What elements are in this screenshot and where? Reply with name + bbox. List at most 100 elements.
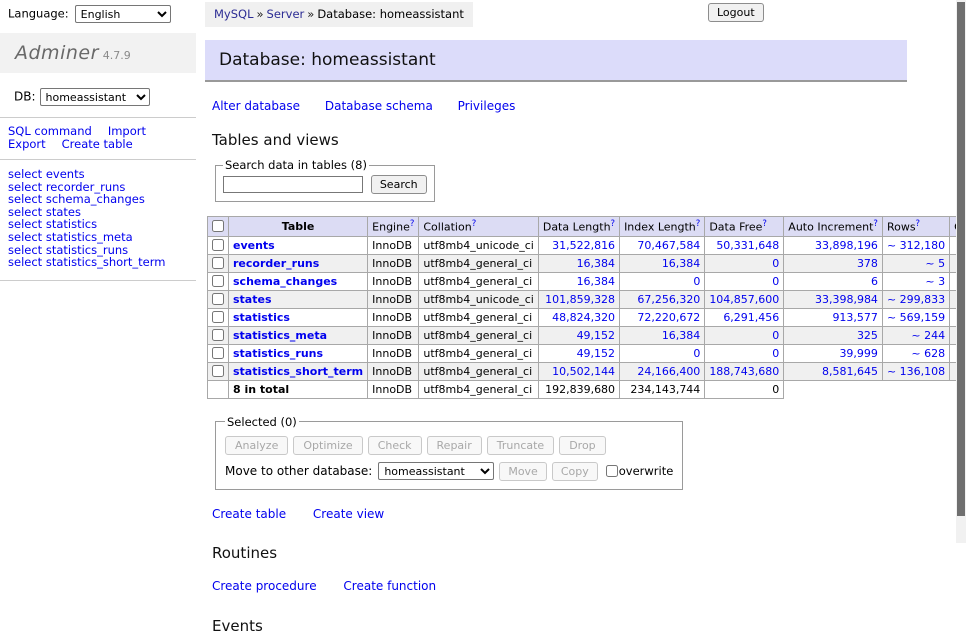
database-schema-link[interactable]: Database schema [325, 99, 433, 113]
help-link[interactable]: ? [472, 219, 477, 229]
index-length-link[interactable]: 70,467,584 [624, 239, 700, 252]
index-length-link[interactable]: 67,256,320 [624, 293, 700, 306]
overwrite-checkbox[interactable] [606, 465, 618, 477]
sidebar-item-select-statistics_meta[interactable]: select statistics_meta [8, 231, 196, 244]
move-button[interactable]: Move [499, 462, 547, 481]
check-button[interactable]: Check [368, 436, 422, 455]
total-empty-cell [208, 380, 229, 398]
data-free-link[interactable]: 188,743,680 [709, 365, 779, 378]
table-link-statistics_meta[interactable]: statistics_meta [233, 329, 327, 342]
help-link[interactable]: ? [916, 219, 921, 229]
breadcrumb-mysql-link[interactable]: MySQL [214, 7, 254, 21]
auto-increment-link[interactable]: 33,398,984 [788, 293, 878, 306]
table-link-statistics[interactable]: statistics [233, 311, 290, 324]
index-length-link[interactable]: 0 [624, 275, 700, 288]
rows-count-link[interactable]: ~ 628 [887, 347, 945, 360]
rows-count-link[interactable]: ~ 244 [887, 329, 945, 342]
rows-count-link[interactable]: ~ 136,108 [887, 365, 945, 378]
data-length-link[interactable]: 31,522,816 [543, 239, 615, 252]
row-checkbox[interactable] [212, 347, 224, 359]
analyze-button[interactable]: Analyze [225, 436, 288, 455]
data-free-link[interactable]: 6,291,456 [709, 311, 779, 324]
language-select[interactable]: English [75, 5, 171, 23]
sidebar-sql-command-link[interactable]: SQL command [8, 124, 92, 138]
index-length-link[interactable]: 16,384 [624, 257, 700, 270]
sidebar-item-select-schema_changes[interactable]: select schema_changes [8, 193, 196, 206]
vertical-scrollbar[interactable] [956, 0, 966, 543]
privileges-link[interactable]: Privileges [458, 99, 516, 113]
help-link[interactable]: ? [611, 219, 616, 229]
data-length-link[interactable]: 48,824,320 [543, 311, 615, 324]
data-free-link[interactable]: 50,331,648 [709, 239, 779, 252]
sidebar-item-select-statistics_short_term[interactable]: select statistics_short_term [8, 256, 196, 269]
sidebar-import-link[interactable]: Import [108, 124, 146, 138]
sidebar-export-link[interactable]: Export [8, 137, 46, 151]
table-link-statistics_short_term[interactable]: statistics_short_term [233, 365, 363, 378]
help-link[interactable]: ? [696, 219, 701, 229]
row-checkbox[interactable] [212, 239, 224, 251]
rows-count-link[interactable]: ~ 3 [887, 275, 945, 288]
select-all-checkbox[interactable] [212, 220, 224, 232]
index-length-link[interactable]: 16,384 [624, 329, 700, 342]
index-length-link[interactable]: 72,220,672 [624, 311, 700, 324]
index-length-link[interactable]: 24,166,400 [624, 365, 700, 378]
row-checkbox[interactable] [212, 311, 224, 323]
data-length-link[interactable]: 101,859,328 [543, 293, 615, 306]
table-link-statistics_runs[interactable]: statistics_runs [233, 347, 323, 360]
auto-increment-link[interactable]: 6 [788, 275, 878, 288]
alter-database-link[interactable]: Alter database [212, 99, 300, 113]
data-free-link[interactable]: 104,857,600 [709, 293, 779, 306]
auto-increment-link[interactable]: 33,898,196 [788, 239, 878, 252]
rows-count-link[interactable]: ~ 569,159 [887, 311, 945, 324]
rows-count-link[interactable]: ~ 312,180 [887, 239, 945, 252]
rows-count-link[interactable]: ~ 299,833 [887, 293, 945, 306]
help-link[interactable]: ? [410, 219, 415, 229]
help-link[interactable]: ? [762, 219, 767, 229]
help-link[interactable]: ? [873, 219, 878, 229]
create-procedure-link[interactable]: Create procedure [212, 579, 317, 593]
row-checkbox[interactable] [212, 365, 224, 377]
data-free-link[interactable]: 0 [709, 329, 779, 342]
data-free-link[interactable]: 0 [709, 347, 779, 360]
row-checkbox[interactable] [212, 329, 224, 341]
auto-increment-link[interactable]: 39,999 [788, 347, 878, 360]
create-table-link[interactable]: Create table [212, 507, 286, 521]
auto-increment-link[interactable]: 8,581,645 [788, 365, 878, 378]
scrollbar-thumb[interactable] [957, 2, 965, 516]
truncate-button[interactable]: Truncate [487, 436, 554, 455]
language-label: Language: [8, 7, 69, 21]
row-checkbox[interactable] [212, 275, 224, 287]
search-button[interactable]: Search [371, 175, 427, 194]
data-length-link[interactable]: 10,502,144 [543, 365, 615, 378]
table-link-schema_changes[interactable]: schema_changes [233, 275, 337, 288]
auto-increment-link[interactable]: 378 [788, 257, 878, 270]
auto-increment-link[interactable]: 913,577 [788, 311, 878, 324]
row-checkbox[interactable] [212, 257, 224, 269]
data-length-link[interactable]: 16,384 [543, 257, 615, 270]
data-free-link[interactable]: 0 [709, 275, 779, 288]
table-link-recorder_runs[interactable]: recorder_runs [233, 257, 319, 270]
index-length-link[interactable]: 0 [624, 347, 700, 360]
search-input[interactable] [223, 176, 363, 193]
sidebar-create-table-link[interactable]: Create table [62, 137, 133, 151]
logout-button[interactable]: Logout [708, 3, 764, 22]
drop-button[interactable]: Drop [559, 436, 605, 455]
table-link-events[interactable]: events [233, 239, 275, 252]
move-db-select[interactable]: homeassistant [378, 462, 494, 480]
rows-count-link[interactable]: ~ 5 [887, 257, 945, 270]
data-length-link[interactable]: 16,384 [543, 275, 615, 288]
copy-button[interactable]: Copy [552, 462, 598, 481]
optimize-button[interactable]: Optimize [293, 436, 362, 455]
data-length-link[interactable]: 49,152 [543, 329, 615, 342]
row-checkbox[interactable] [212, 293, 224, 305]
data-free-link[interactable]: 0 [709, 257, 779, 270]
sidebar-item-select-events[interactable]: select events [8, 168, 196, 181]
breadcrumb-server-link[interactable]: Server [267, 7, 305, 21]
db-select[interactable]: homeassistant [40, 88, 150, 106]
repair-button[interactable]: Repair [427, 436, 482, 455]
create-function-link[interactable]: Create function [343, 579, 436, 593]
create-view-link[interactable]: Create view [313, 507, 384, 521]
data-length-link[interactable]: 49,152 [543, 347, 615, 360]
table-link-states[interactable]: states [233, 293, 272, 306]
auto-increment-link[interactable]: 325 [788, 329, 878, 342]
